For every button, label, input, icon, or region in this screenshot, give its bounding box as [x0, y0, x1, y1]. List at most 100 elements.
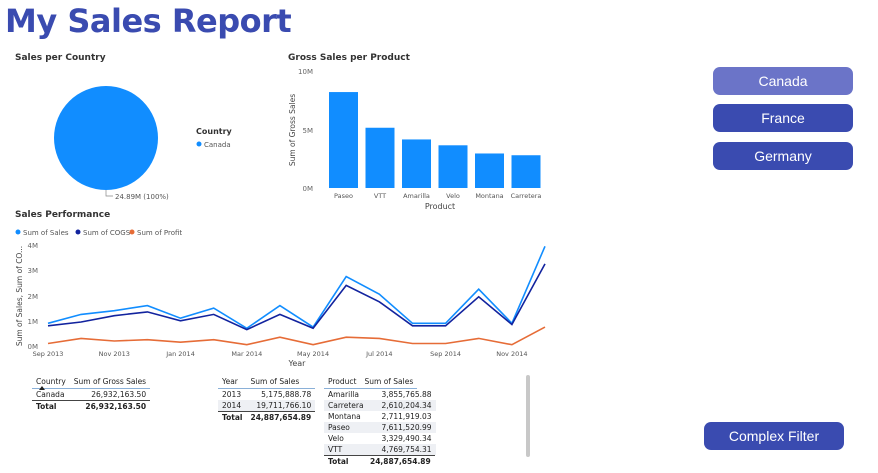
- table-cell: 3,855,765.88: [381, 390, 432, 399]
- line-ytick-4m: 4M: [28, 242, 39, 250]
- table-cell: 2,711,919.03: [381, 412, 432, 421]
- slicer-button-france[interactable]: France: [713, 104, 853, 132]
- table-row[interactable]: Montana 2,711,919.03: [324, 411, 436, 422]
- line-xtick-label: Jul 2014: [365, 350, 392, 358]
- pie-slice-canada[interactable]: [54, 86, 158, 190]
- line-series-sales[interactable]: [47, 245, 546, 330]
- bar-chart[interactable]: 10M 5M 0M Sum of Gross Sales Product Pas…: [283, 62, 553, 214]
- table-cell: Velo: [328, 434, 344, 443]
- table-cell: 2,610,204.34: [367, 400, 436, 411]
- legend-marker-sales: [15, 229, 21, 235]
- line-x-ticks: Sep 2013 Nov 2013 Jan 2014 Mar 2014 May 2014…: [33, 350, 528, 358]
- table-row[interactable]: 2014 19,711,766.10: [218, 400, 316, 412]
- table-row[interactable]: Velo 3,329,490.34: [324, 433, 436, 444]
- table-cell: 2014: [218, 400, 247, 412]
- pie-legend-title: Country: [196, 127, 233, 136]
- bar-xtick-label: Montana: [475, 192, 503, 200]
- table-cell: 2013: [222, 390, 242, 399]
- bar-ytick-0m: 0M: [303, 185, 314, 193]
- line-xtick-label: Sep 2013: [33, 350, 64, 358]
- legend-marker-canada: [196, 141, 202, 147]
- table-row[interactable]: Carretera 2,610,204.34: [324, 400, 436, 411]
- table-cell: 26,932,163.50: [69, 400, 151, 412]
- legend-marker-profit: [129, 229, 135, 235]
- bar-ytick-10m: 10M: [298, 68, 313, 76]
- table-total-row: Total 24,887,654.89: [324, 455, 435, 467]
- sort-ascending-icon[interactable]: [39, 386, 45, 390]
- table-row[interactable]: VTT 4,769,754.31: [324, 444, 436, 455]
- table-cell: Carretera: [324, 400, 368, 411]
- line-legend: Sum of Sales Sum of COGS Sum of Profit: [15, 229, 182, 237]
- pie-legend-item-canada: Canada: [204, 141, 231, 149]
- line-ytick-1m: 1M: [28, 318, 39, 326]
- column-header-sum-of-sales[interactable]: Sum of Sales: [246, 374, 316, 389]
- table-cell: 19,711,766.10: [246, 400, 316, 412]
- line-ytick-3m: 3M: [28, 267, 39, 275]
- slicer-button-canada[interactable]: Canada: [713, 67, 853, 95]
- pie-chart[interactable]: 24.89M (100%) Country Canada: [10, 62, 250, 207]
- bar-ytick-5m: 5M: [303, 127, 314, 135]
- bar-carretera[interactable]: [511, 155, 541, 188]
- table-row[interactable]: Amarilla 3,855,765.88: [324, 389, 436, 400]
- column-header-sum-of-sales[interactable]: Sum of Sales: [360, 374, 418, 389]
- table-cell: Total: [324, 455, 366, 467]
- table-cell: 24,887,654.89: [246, 411, 316, 423]
- bar-montana[interactable]: [475, 153, 504, 188]
- bar-amarilla[interactable]: [402, 139, 431, 188]
- column-header-year[interactable]: Year: [218, 374, 247, 389]
- bar-x-axis-label: Product: [425, 202, 455, 211]
- bar-vtt[interactable]: [365, 127, 395, 188]
- table-cell: Canada: [36, 390, 65, 399]
- table-cell: 5,175,888.78: [261, 390, 312, 399]
- table-cell: 24,887,654.89: [366, 455, 435, 467]
- table-cell: Amarilla: [328, 390, 359, 399]
- bar-velo[interactable]: [438, 145, 468, 188]
- line-xtick-label: Nov 2014: [496, 350, 527, 358]
- legend-item-sales: Sum of Sales: [23, 229, 69, 237]
- table-scrollbar[interactable]: [526, 375, 530, 457]
- slicer-button-germany[interactable]: Germany: [713, 142, 853, 170]
- line-xtick-label: May 2014: [297, 350, 329, 358]
- bar-xtick-label: Velo: [446, 192, 460, 200]
- table-total-row: Total 26,932,163.50: [32, 400, 151, 412]
- column-header-country[interactable]: Country: [32, 374, 70, 389]
- table-cell: Total: [32, 400, 70, 412]
- page-title: My Sales Report: [5, 2, 292, 40]
- legend-marker-cogs: [75, 229, 81, 235]
- line-ytick-2m: 2M: [28, 293, 39, 301]
- legend-item-profit: Sum of Profit: [137, 229, 182, 237]
- line-xtick-label: Jan 2014: [165, 350, 195, 358]
- bar-xtick-label: Paseo: [334, 192, 353, 200]
- legend-item-cogs: Sum of COGS: [83, 229, 131, 237]
- table-cell: VTT: [324, 444, 368, 455]
- pie-data-label: 24.89M (100%): [115, 193, 169, 201]
- bar-paseo[interactable]: [329, 92, 358, 188]
- column-header-gross-sales[interactable]: Sum of Gross Sales: [69, 374, 151, 389]
- bar-xtick-label: Carretera: [511, 192, 542, 200]
- complex-filter-button[interactable]: Complex Filter: [704, 422, 844, 450]
- table-cell: Total: [218, 411, 247, 423]
- table-cell: 4,769,754.31: [367, 444, 436, 455]
- line-series-profit[interactable]: [47, 326, 546, 346]
- bar-xtick-label: VTT: [374, 192, 386, 200]
- table-row[interactable]: Canada 26,932,163.50: [32, 389, 150, 401]
- table-product: Product Sum of Sales Amarilla 3,855,765.8…: [324, 374, 524, 467]
- column-header-product[interactable]: Product: [324, 374, 361, 389]
- table-cell: 3,329,490.34: [381, 434, 432, 443]
- table-cell: 7,611,520.99: [367, 422, 436, 433]
- table-cell: Montana: [328, 412, 361, 421]
- table-cell: 26,932,163.50: [91, 390, 147, 399]
- line-xtick-label: Nov 2013: [99, 350, 130, 358]
- line-chart[interactable]: Sum of Sales Sum of COGS Sum of Profit 4…: [10, 222, 555, 370]
- table-row[interactable]: 2013 5,175,888.78: [218, 389, 315, 401]
- bar-xtick-label: Amarilla: [403, 192, 430, 200]
- table-year: Year Sum of Sales 2013 5,175,888.78 2014…: [218, 374, 316, 423]
- line-y-axis-label: Sum of Sales, Sum of CO...: [15, 246, 24, 346]
- table-product-body[interactable]: Amarilla 3,855,765.88 Carretera 2,610,204.…: [324, 389, 524, 455]
- line-xtick-label: Mar 2014: [231, 350, 262, 358]
- table-row[interactable]: Paseo 7,611,520.99: [324, 422, 436, 433]
- line-x-axis-label: Year: [288, 359, 307, 368]
- table-total-row: Total 24,887,654.89: [218, 411, 316, 423]
- bar-y-axis-label: Sum of Gross Sales: [288, 94, 297, 166]
- table-country: Country Sum of Gross Sales Canada 26,932…: [32, 374, 151, 412]
